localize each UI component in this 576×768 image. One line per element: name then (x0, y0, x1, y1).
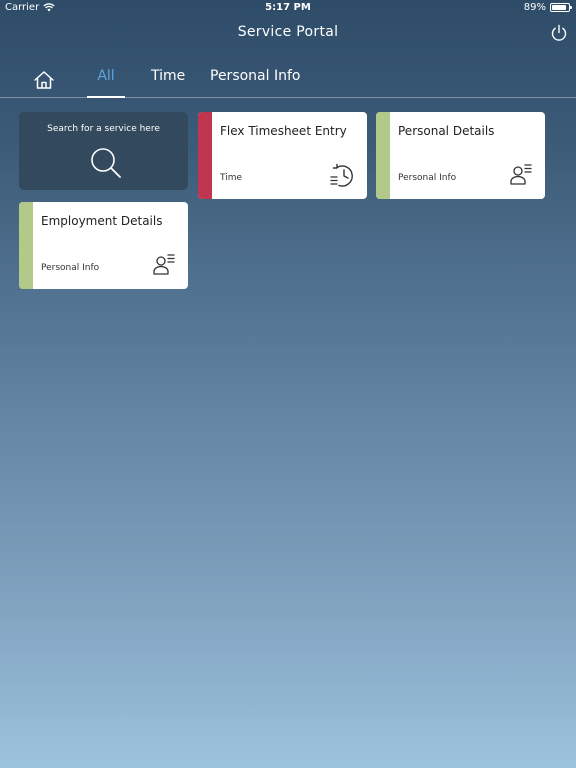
tab-bar: All Time Personal Info (0, 62, 576, 98)
card-category: Personal Info (398, 173, 457, 183)
card-title: Employment Details (41, 214, 163, 228)
battery-icon (550, 3, 572, 12)
person-list-icon (152, 252, 176, 280)
power-icon (551, 24, 567, 41)
page-title: Service Portal (237, 24, 339, 40)
search-service-card[interactable]: Search for a service here (19, 112, 188, 190)
service-card-flex-timesheet-entry[interactable]: Flex Timesheet Entry Time (198, 112, 367, 199)
card-title: Flex Timesheet Entry (220, 124, 347, 138)
card-category: Time (220, 173, 243, 183)
search-label: Search for a service here (47, 124, 160, 134)
tab-personal-info[interactable]: Personal Info (210, 68, 300, 98)
tab-home[interactable] (33, 70, 55, 100)
home-icon (34, 71, 54, 89)
tab-divider (0, 97, 576, 98)
card-title: Personal Details (398, 124, 495, 138)
tab-all-label: All (97, 68, 115, 84)
timesheet-icon (329, 162, 355, 192)
card-category-stripe (19, 202, 33, 289)
card-category: Personal Info (41, 263, 100, 273)
tab-all[interactable]: All (87, 68, 125, 98)
card-category-stripe (376, 112, 390, 199)
battery-indicator: 89% (523, 2, 572, 13)
person-list-icon (509, 162, 533, 190)
search-icon (89, 146, 123, 184)
status-time: 5:17 PM (265, 2, 311, 13)
battery-percent: 89% (523, 2, 546, 13)
service-card-employment-details[interactable]: Employment Details Personal Info (19, 202, 188, 289)
status-bar: Carrier 5:17 PM 89% (0, 0, 576, 16)
service-card-personal-details[interactable]: Personal Details Personal Info (376, 112, 545, 199)
card-category-stripe (198, 112, 212, 199)
power-button[interactable] (548, 22, 570, 44)
tab-time[interactable]: Time (151, 68, 185, 98)
